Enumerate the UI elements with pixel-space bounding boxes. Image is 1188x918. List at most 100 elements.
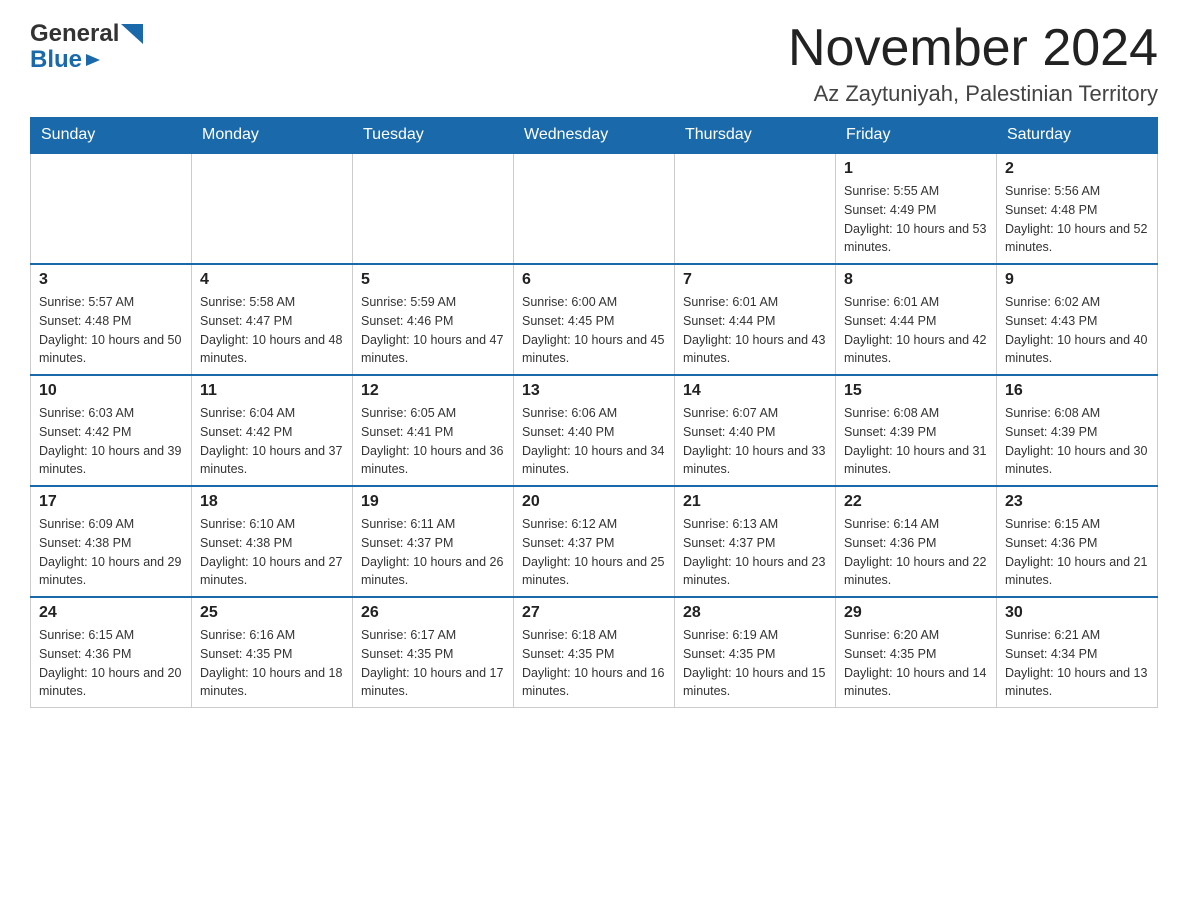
calendar-day-cell: 18 Sunrise: 6:10 AMSunset: 4:38 PMDayligh… bbox=[192, 486, 353, 597]
calendar-day-cell: 10Sunrise: 6:03 AMSunset: 4:42 PMDayligh… bbox=[31, 375, 192, 486]
calendar-day-cell bbox=[31, 153, 192, 264]
calendar-day-cell: 16 Sunrise: 6:08 AMSunset: 4:39 PMDayligh… bbox=[997, 375, 1158, 486]
calendar-day-cell: 15Sunrise: 6:08 AMSunset: 4:39 PMDayligh… bbox=[836, 375, 997, 486]
calendar-week-row: 17 Sunrise: 6:09 AMSunset: 4:38 PMDayligh… bbox=[31, 486, 1158, 597]
day-number: 19 bbox=[361, 493, 505, 511]
calendar-day-cell bbox=[675, 153, 836, 264]
logo-general-text: General bbox=[30, 20, 119, 48]
day-info: Sunrise: 6:02 AMSunset: 4:43 PMDaylight:… bbox=[1005, 293, 1149, 368]
day-info: Sunrise: 6:04 AMSunset: 4:42 PMDaylight:… bbox=[200, 404, 344, 479]
day-header-tuesday: Tuesday bbox=[353, 118, 514, 154]
day-info: Sunrise: 6:12 AMSunset: 4:37 PMDaylight:… bbox=[522, 515, 666, 590]
day-number: 9 bbox=[1005, 271, 1149, 289]
calendar-day-cell: 7 Sunrise: 6:01 AMSunset: 4:44 PMDaylight… bbox=[675, 264, 836, 375]
day-info: Sunrise: 5:55 AMSunset: 4:49 PMDaylight:… bbox=[844, 182, 988, 257]
day-info: Sunrise: 6:08 AMSunset: 4:39 PMDaylight:… bbox=[1005, 404, 1149, 479]
day-number: 7 bbox=[683, 271, 827, 289]
day-number: 16 bbox=[1005, 382, 1149, 400]
day-info: Sunrise: 6:06 AMSunset: 4:40 PMDaylight:… bbox=[522, 404, 666, 479]
day-info: Sunrise: 6:18 AMSunset: 4:35 PMDaylight:… bbox=[522, 626, 666, 701]
day-number: 12 bbox=[361, 382, 505, 400]
day-header-thursday: Thursday bbox=[675, 118, 836, 154]
day-number: 24 bbox=[39, 604, 183, 622]
calendar-day-cell: 6 Sunrise: 6:00 AMSunset: 4:45 PMDaylight… bbox=[514, 264, 675, 375]
day-info: Sunrise: 6:03 AMSunset: 4:42 PMDaylight:… bbox=[39, 404, 183, 479]
calendar-day-cell: 4Sunrise: 5:58 AMSunset: 4:47 PMDaylight… bbox=[192, 264, 353, 375]
day-header-wednesday: Wednesday bbox=[514, 118, 675, 154]
day-number: 29 bbox=[844, 604, 988, 622]
calendar-day-cell: 13Sunrise: 6:06 AMSunset: 4:40 PMDayligh… bbox=[514, 375, 675, 486]
day-number: 18 bbox=[200, 493, 344, 511]
logo-blue-text: Blue bbox=[30, 46, 82, 74]
day-header-friday: Friday bbox=[836, 118, 997, 154]
day-number: 30 bbox=[1005, 604, 1149, 622]
day-number: 8 bbox=[844, 271, 988, 289]
day-info: Sunrise: 6:14 AMSunset: 4:36 PMDaylight:… bbox=[844, 515, 988, 590]
calendar-day-cell: 30 Sunrise: 6:21 AMSunset: 4:34 PMDayligh… bbox=[997, 597, 1158, 708]
calendar-day-cell: 23 Sunrise: 6:15 AMSunset: 4:36 PMDayligh… bbox=[997, 486, 1158, 597]
day-number: 11 bbox=[200, 382, 344, 400]
logo-icon bbox=[121, 24, 143, 44]
calendar-day-cell bbox=[353, 153, 514, 264]
day-header-sunday: Sunday bbox=[31, 118, 192, 154]
page-header: General Blue November 2024 Az Zaytuniyah… bbox=[30, 20, 1158, 107]
calendar-day-cell: 14 Sunrise: 6:07 AMSunset: 4:40 PMDayligh… bbox=[675, 375, 836, 486]
calendar-header-row: SundayMondayTuesdayWednesdayThursdayFrid… bbox=[31, 118, 1158, 154]
day-number: 14 bbox=[683, 382, 827, 400]
day-number: 1 bbox=[844, 160, 988, 178]
calendar-day-cell: 19 Sunrise: 6:11 AMSunset: 4:37 PMDayligh… bbox=[353, 486, 514, 597]
calendar-day-cell: 24Sunrise: 6:15 AMSunset: 4:36 PMDayligh… bbox=[31, 597, 192, 708]
day-number: 2 bbox=[1005, 160, 1149, 178]
day-info: Sunrise: 6:09 AMSunset: 4:38 PMDaylight:… bbox=[39, 515, 183, 590]
calendar-day-cell bbox=[192, 153, 353, 264]
day-number: 6 bbox=[522, 271, 666, 289]
calendar-week-row: 24Sunrise: 6:15 AMSunset: 4:36 PMDayligh… bbox=[31, 597, 1158, 708]
calendar-week-row: 1 Sunrise: 5:55 AMSunset: 4:49 PMDaylight… bbox=[31, 153, 1158, 264]
day-number: 28 bbox=[683, 604, 827, 622]
day-info: Sunrise: 6:10 AMSunset: 4:38 PMDaylight:… bbox=[200, 515, 344, 590]
day-number: 26 bbox=[361, 604, 505, 622]
day-info: Sunrise: 6:13 AMSunset: 4:37 PMDaylight:… bbox=[683, 515, 827, 590]
calendar-week-row: 10Sunrise: 6:03 AMSunset: 4:42 PMDayligh… bbox=[31, 375, 1158, 486]
calendar-day-cell: 2 Sunrise: 5:56 AMSunset: 4:48 PMDaylight… bbox=[997, 153, 1158, 264]
day-info: Sunrise: 5:59 AMSunset: 4:46 PMDaylight:… bbox=[361, 293, 505, 368]
day-info: Sunrise: 6:01 AMSunset: 4:44 PMDaylight:… bbox=[844, 293, 988, 368]
calendar-day-cell: 26Sunrise: 6:17 AMSunset: 4:35 PMDayligh… bbox=[353, 597, 514, 708]
day-number: 3 bbox=[39, 271, 183, 289]
calendar-day-cell: 22 Sunrise: 6:14 AMSunset: 4:36 PMDayligh… bbox=[836, 486, 997, 597]
day-info: Sunrise: 6:07 AMSunset: 4:40 PMDaylight:… bbox=[683, 404, 827, 479]
day-info: Sunrise: 6:00 AMSunset: 4:45 PMDaylight:… bbox=[522, 293, 666, 368]
day-info: Sunrise: 6:08 AMSunset: 4:39 PMDaylight:… bbox=[844, 404, 988, 479]
title-area: November 2024 Az Zaytuniyah, Palestinian… bbox=[788, 20, 1158, 107]
day-number: 17 bbox=[39, 493, 183, 511]
logo: General Blue bbox=[30, 20, 143, 74]
calendar-day-cell: 29 Sunrise: 6:20 AMSunset: 4:35 PMDayligh… bbox=[836, 597, 997, 708]
calendar-day-cell bbox=[514, 153, 675, 264]
day-info: Sunrise: 6:01 AMSunset: 4:44 PMDaylight:… bbox=[683, 293, 827, 368]
calendar-day-cell: 20Sunrise: 6:12 AMSunset: 4:37 PMDayligh… bbox=[514, 486, 675, 597]
calendar-day-cell: 9 Sunrise: 6:02 AMSunset: 4:43 PMDaylight… bbox=[997, 264, 1158, 375]
calendar-table: SundayMondayTuesdayWednesdayThursdayFrid… bbox=[30, 117, 1158, 708]
location-subtitle: Az Zaytuniyah, Palestinian Territory bbox=[788, 81, 1158, 107]
day-number: 22 bbox=[844, 493, 988, 511]
day-info: Sunrise: 6:19 AMSunset: 4:35 PMDaylight:… bbox=[683, 626, 827, 701]
calendar-day-cell: 3 Sunrise: 5:57 AMSunset: 4:48 PMDaylight… bbox=[31, 264, 192, 375]
day-info: Sunrise: 6:16 AMSunset: 4:35 PMDaylight:… bbox=[200, 626, 344, 701]
day-info: Sunrise: 6:11 AMSunset: 4:37 PMDaylight:… bbox=[361, 515, 505, 590]
calendar-day-cell: 1 Sunrise: 5:55 AMSunset: 4:49 PMDaylight… bbox=[836, 153, 997, 264]
calendar-day-cell: 11 Sunrise: 6:04 AMSunset: 4:42 PMDayligh… bbox=[192, 375, 353, 486]
day-number: 27 bbox=[522, 604, 666, 622]
day-header-monday: Monday bbox=[192, 118, 353, 154]
calendar-week-row: 3 Sunrise: 5:57 AMSunset: 4:48 PMDaylight… bbox=[31, 264, 1158, 375]
calendar-day-cell: 8 Sunrise: 6:01 AMSunset: 4:44 PMDaylight… bbox=[836, 264, 997, 375]
day-info: Sunrise: 6:15 AMSunset: 4:36 PMDaylight:… bbox=[1005, 515, 1149, 590]
day-info: Sunrise: 6:20 AMSunset: 4:35 PMDaylight:… bbox=[844, 626, 988, 701]
day-info: Sunrise: 5:57 AMSunset: 4:48 PMDaylight:… bbox=[39, 293, 183, 368]
calendar-day-cell: 27 Sunrise: 6:18 AMSunset: 4:35 PMDayligh… bbox=[514, 597, 675, 708]
day-number: 5 bbox=[361, 271, 505, 289]
day-info: Sunrise: 5:56 AMSunset: 4:48 PMDaylight:… bbox=[1005, 182, 1149, 257]
calendar-day-cell: 25Sunrise: 6:16 AMSunset: 4:35 PMDayligh… bbox=[192, 597, 353, 708]
day-number: 23 bbox=[1005, 493, 1149, 511]
day-info: Sunrise: 6:05 AMSunset: 4:41 PMDaylight:… bbox=[361, 404, 505, 479]
day-info: Sunrise: 6:21 AMSunset: 4:34 PMDaylight:… bbox=[1005, 626, 1149, 701]
